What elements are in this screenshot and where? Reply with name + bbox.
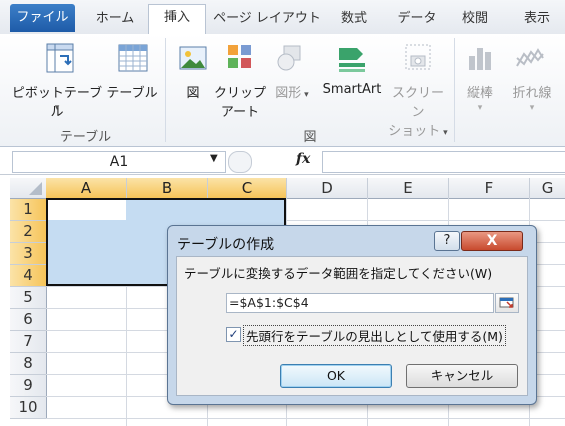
line-chart-button[interactable]: 折れ線 bbox=[506, 82, 558, 101]
dialog-body: テーブルに変換するデータ範囲を指定してください(W) =$A$1:$C$4 ✓ … bbox=[176, 256, 528, 396]
formula-input[interactable] bbox=[322, 151, 565, 173]
screenshot-label-1: スクリーン bbox=[391, 86, 444, 120]
table-icon bbox=[117, 42, 149, 77]
help-icon[interactable]: ? bbox=[434, 231, 460, 251]
clip-art-label-1: クリップ bbox=[213, 86, 266, 101]
name-box-dropdown-icon[interactable]: ▼ bbox=[210, 153, 218, 164]
screenshot-icon bbox=[403, 42, 435, 77]
cancel-button[interactable]: キャンセル bbox=[406, 364, 518, 388]
column-header-g[interactable]: G bbox=[530, 178, 565, 199]
shapes-icon bbox=[274, 42, 306, 77]
picture-button[interactable]: 図 bbox=[176, 82, 210, 101]
insert-function-icon[interactable]: fx bbox=[296, 151, 310, 167]
tab-insert[interactable]: 挿入 bbox=[148, 4, 206, 35]
group-label-tables: テーブル bbox=[59, 130, 112, 145]
clip-art-label-2: アート bbox=[220, 105, 260, 120]
row-header-1[interactable]: 1 bbox=[10, 199, 48, 221]
shapes-label: 図形 bbox=[275, 86, 302, 101]
row-header-9[interactable]: 9 bbox=[10, 375, 47, 397]
tab-home[interactable]: ホーム bbox=[90, 6, 140, 34]
formula-bar-handle[interactable] bbox=[228, 151, 252, 173]
collapse-dialog-icon[interactable] bbox=[495, 293, 519, 313]
column-header-f[interactable]: F bbox=[449, 178, 530, 199]
column-header-b[interactable]: B bbox=[127, 178, 208, 200]
column-header-c[interactable]: C bbox=[208, 178, 287, 200]
pivot-table-icon bbox=[44, 42, 76, 77]
column-dropdown-icon[interactable]: ▾ bbox=[458, 103, 502, 113]
tab-data[interactable]: データ bbox=[392, 6, 442, 34]
column-header-d[interactable]: D bbox=[287, 178, 368, 199]
clip-art-icon bbox=[224, 42, 256, 77]
group-separator bbox=[165, 38, 166, 142]
smartart-button[interactable]: SmartArt bbox=[316, 82, 388, 97]
picture-icon bbox=[177, 42, 209, 77]
row-header-7[interactable]: 7 bbox=[10, 331, 47, 353]
tab-page-layout[interactable]: ページ レイアウト bbox=[212, 6, 322, 34]
row-header-5[interactable]: 5 bbox=[10, 287, 47, 309]
select-all-corner[interactable] bbox=[10, 178, 47, 199]
column-header-a[interactable]: A bbox=[46, 178, 127, 200]
column-header-e[interactable]: E bbox=[368, 178, 449, 199]
close-button[interactable]: X bbox=[461, 231, 523, 251]
column-chart-button[interactable]: 縦棒 bbox=[458, 82, 502, 101]
tab-file[interactable]: ファイル bbox=[10, 4, 75, 32]
tab-review[interactable]: 校閲 bbox=[455, 6, 495, 34]
group-label-illustrations: 図 bbox=[303, 130, 317, 145]
dialog-title: テーブルの作成 bbox=[177, 237, 275, 253]
header-row-checkbox[interactable]: ✓ bbox=[226, 327, 241, 342]
tab-formulas[interactable]: 数式 bbox=[334, 6, 374, 34]
column-chart-icon bbox=[465, 42, 497, 77]
range-label: テーブルに変換するデータ範囲を指定してください(W) bbox=[184, 266, 493, 281]
tab-view[interactable]: 表示 bbox=[512, 6, 562, 34]
line-chart-icon bbox=[514, 42, 546, 77]
row-header-2[interactable]: 2 bbox=[10, 221, 48, 243]
pivot-dropdown-icon[interactable]: ▾ bbox=[8, 103, 106, 113]
range-input[interactable]: =$A$1:$C$4 bbox=[226, 293, 494, 313]
row-header-8[interactable]: 8 bbox=[10, 353, 47, 375]
row-header-4[interactable]: 4 bbox=[10, 265, 48, 287]
gridline bbox=[46, 418, 565, 419]
smartart-icon bbox=[336, 42, 368, 77]
row-header-6[interactable]: 6 bbox=[10, 309, 47, 331]
clip-art-button[interactable]: クリップ アート bbox=[212, 82, 268, 120]
ok-button[interactable]: OK bbox=[280, 364, 392, 388]
line-dropdown-icon[interactable]: ▾ bbox=[506, 103, 558, 113]
name-box[interactable]: A1 bbox=[12, 151, 226, 173]
table-button[interactable]: テーブル bbox=[104, 82, 160, 101]
row-header-3[interactable]: 3 bbox=[10, 243, 48, 265]
row-header-10[interactable]: 10 bbox=[10, 397, 47, 419]
header-row-checkbox-label[interactable]: 先頭行をテーブルの見出しとして使用する(M) bbox=[243, 325, 506, 346]
pivot-table-button[interactable]: ピボットテーブル bbox=[8, 82, 106, 120]
create-table-dialog: テーブルの作成 ? X テーブルに変換するデータ範囲を指定してください(W) =… bbox=[167, 225, 537, 405]
shapes-button[interactable]: 図形 ▾ bbox=[272, 82, 312, 101]
group-separator bbox=[454, 38, 455, 142]
